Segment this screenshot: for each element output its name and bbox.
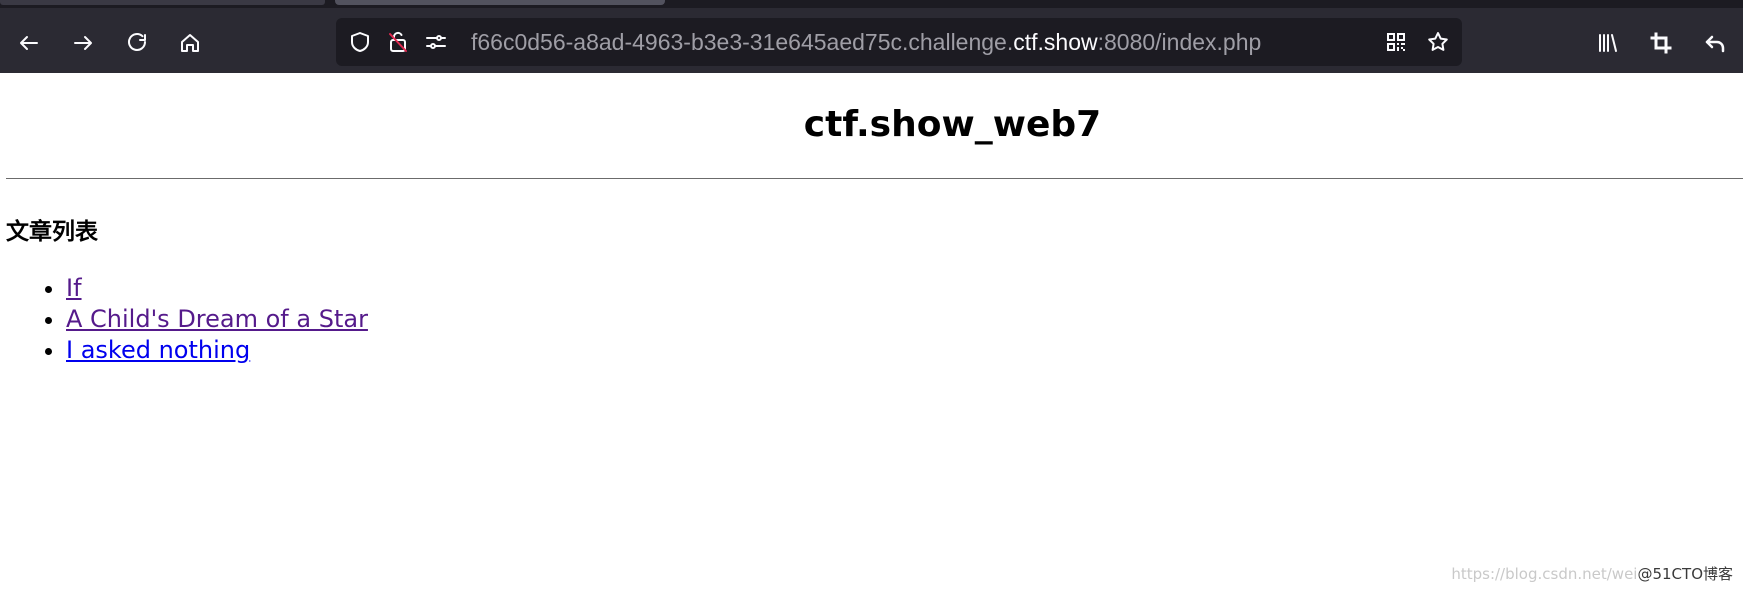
crop-button[interactable]	[1643, 25, 1679, 61]
library-button[interactable]	[1590, 25, 1626, 61]
forward-icon	[74, 36, 92, 50]
back-button[interactable]	[11, 25, 47, 61]
watermark-faint: https://blog.csdn.net/wei	[1451, 565, 1638, 583]
watermark: https://blog.csdn.net/wei@51CTO博客	[1451, 563, 1733, 584]
page-title: ctf.show_web7	[803, 104, 1102, 145]
crop-icon	[1650, 32, 1672, 54]
url-prefix: f66c0d56-a8ad-4963-b3e3-31e645aed75c.cha…	[471, 29, 1014, 55]
undo-button[interactable]	[1697, 25, 1733, 61]
permissions-icon[interactable]	[424, 30, 448, 54]
article-link-if[interactable]: If	[66, 274, 82, 302]
undo-icon	[1705, 35, 1725, 53]
article-link-asked-nothing[interactable]: I asked nothing	[66, 336, 250, 364]
divider	[6, 178, 1743, 179]
qr-code-icon[interactable]	[1384, 30, 1408, 54]
url-text[interactable]: f66c0d56-a8ad-4963-b3e3-31e645aed75c.cha…	[471, 28, 1261, 56]
browser-toolbar: f66c0d56-a8ad-4963-b3e3-31e645aed75c.cha…	[0, 0, 1743, 73]
list-item: A Child's Dream of a Star	[66, 304, 368, 335]
back-icon	[20, 36, 38, 50]
tab-inactive[interactable]	[0, 0, 325, 5]
url-domain: ctf.show	[1013, 29, 1098, 55]
article-list-heading: 文章列表	[6, 219, 98, 245]
list-item: If	[66, 273, 368, 304]
tab-strip	[0, 0, 1743, 8]
page-content: ctf.show_web7 文章列表 If A Child's Dream of…	[0, 73, 1743, 590]
forward-button[interactable]	[65, 25, 101, 61]
library-icon	[1599, 34, 1617, 52]
insecure-lock-icon[interactable]	[386, 30, 410, 54]
home-button[interactable]	[172, 25, 208, 61]
url-suffix: :8080/index.php	[1097, 29, 1262, 55]
shield-icon[interactable]	[348, 30, 372, 54]
bookmark-star-icon[interactable]	[1426, 30, 1450, 54]
article-link-childs-dream[interactable]: A Child's Dream of a Star	[66, 305, 368, 333]
address-bar[interactable]: f66c0d56-a8ad-4963-b3e3-31e645aed75c.cha…	[336, 18, 1462, 66]
reload-icon	[128, 33, 146, 51]
article-list: If A Child's Dream of a Star I asked not…	[40, 273, 368, 366]
reload-button[interactable]	[119, 25, 155, 61]
tab-active[interactable]	[335, 0, 665, 5]
watermark-text: @51CTO博客	[1637, 565, 1733, 583]
home-icon	[181, 34, 199, 52]
list-item: I asked nothing	[66, 335, 368, 366]
